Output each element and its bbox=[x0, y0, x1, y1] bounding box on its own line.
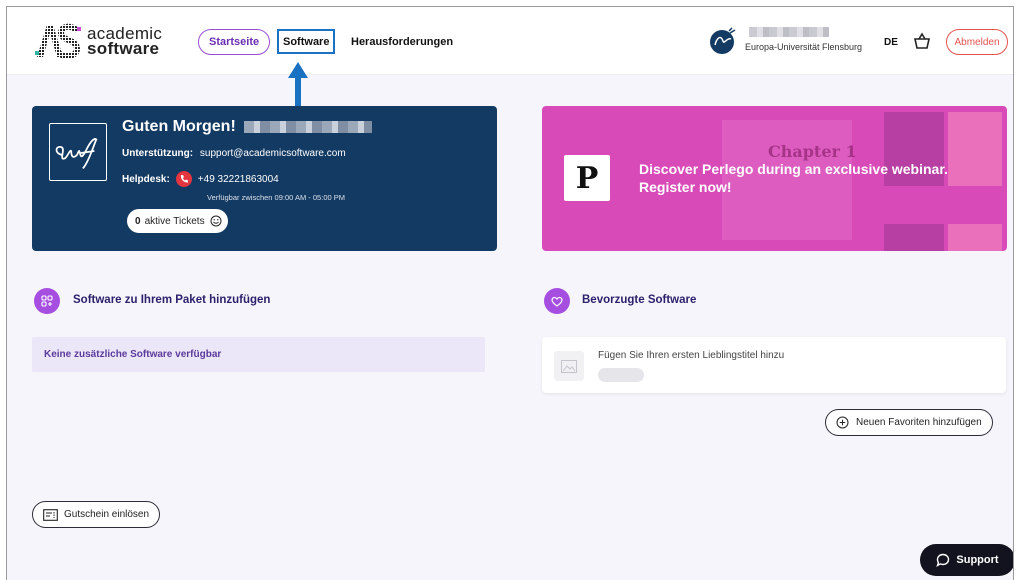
user-university: Europa-Universität Flensburg bbox=[745, 42, 863, 52]
chat-bubble-icon bbox=[936, 553, 950, 567]
user-name-redacted bbox=[749, 27, 829, 37]
promo-book-image bbox=[884, 224, 944, 251]
support-chat-button[interactable]: Support bbox=[920, 544, 1013, 576]
redeem-voucher-button[interactable]: Gutschein einlösen bbox=[32, 501, 161, 528]
active-tickets-button[interactable]: 0 aktive Tickets bbox=[127, 209, 228, 233]
perlego-promo-banner[interactable]: Chapter 1 P Discover Perlego during an e… bbox=[542, 106, 1007, 251]
user-avatar[interactable] bbox=[709, 27, 737, 55]
tickets-count: 0 bbox=[135, 215, 141, 227]
greeting-card: Guten Morgen! Unterstützung: support@aca… bbox=[32, 106, 497, 251]
basket-icon[interactable] bbox=[912, 31, 932, 51]
language-switcher[interactable]: DE bbox=[879, 31, 903, 53]
helpdesk-phone[interactable]: +49 32221863004 bbox=[198, 174, 279, 185]
helpdesk-label: Helpdesk: bbox=[122, 173, 170, 185]
support-label: Support bbox=[956, 554, 999, 566]
logo-text-line2: software bbox=[87, 39, 160, 58]
support-line: Unterstützung: support@academicsoftware.… bbox=[122, 148, 346, 159]
top-header: academic software Startseite Software He… bbox=[7, 7, 1013, 75]
promo-chapter-text: Chapter 1 bbox=[768, 142, 857, 161]
support-email-link[interactable]: support@academicsoftware.com bbox=[200, 148, 346, 159]
promo-book-image bbox=[948, 224, 1002, 251]
smiley-icon bbox=[210, 215, 222, 227]
academic-software-logo[interactable]: academic software bbox=[33, 23, 162, 59]
add-favorite-button[interactable]: Neuen Favoriten hinzufügen bbox=[825, 409, 993, 436]
helpdesk-line: Helpdesk: +49 32221863004 bbox=[122, 171, 279, 187]
heart-icon bbox=[544, 288, 570, 314]
nav-challenges-link[interactable]: Herausforderungen bbox=[351, 29, 453, 55]
nav-home-button[interactable]: Startseite bbox=[198, 29, 271, 55]
redeem-voucher-label: Gutschein einlösen bbox=[64, 509, 150, 520]
tickets-label: aktive Tickets bbox=[144, 215, 205, 227]
add-package-icon bbox=[34, 288, 60, 314]
nav-software-link[interactable]: Software bbox=[277, 29, 336, 54]
perlego-logo-icon: P bbox=[564, 155, 610, 201]
euf-logo-icon bbox=[49, 123, 107, 181]
phone-icon bbox=[175, 171, 192, 187]
add-software-title: Software zu Ihrem Paket hinzufügen bbox=[73, 294, 271, 306]
helpdesk-hours: Verfügbar zwischen 09:00 AM - 05:00 PM bbox=[207, 193, 345, 202]
add-favorite-label: Neuen Favoriten hinzufügen bbox=[856, 417, 982, 428]
logout-button[interactable]: Abmelden bbox=[946, 29, 1008, 55]
voucher-ticket-icon bbox=[43, 508, 58, 521]
favorites-title: Bevorzugte Software bbox=[582, 294, 697, 306]
greeting-title: Guten Morgen! bbox=[122, 118, 236, 135]
app-window: academic software Startseite Software He… bbox=[6, 6, 1014, 580]
image-placeholder-icon bbox=[554, 351, 584, 381]
plus-circle-icon bbox=[836, 416, 849, 429]
favorite-placeholder-text: Fügen Sie Ihren ersten Lieblingstitel hi… bbox=[598, 350, 785, 361]
greeting-name-redacted bbox=[243, 121, 372, 133]
favorite-placeholder-card: Fügen Sie Ihren ersten Lieblingstitel hi… bbox=[542, 337, 1006, 393]
no-software-message: Keine zusätzliche Software verfügbar bbox=[32, 337, 485, 372]
favorite-placeholder-pill bbox=[598, 368, 644, 382]
support-label: Unterstützung: bbox=[122, 148, 194, 159]
promo-text: Discover Perlego during an exclusive web… bbox=[639, 161, 948, 195]
as-logo-mark-icon bbox=[35, 23, 81, 59]
